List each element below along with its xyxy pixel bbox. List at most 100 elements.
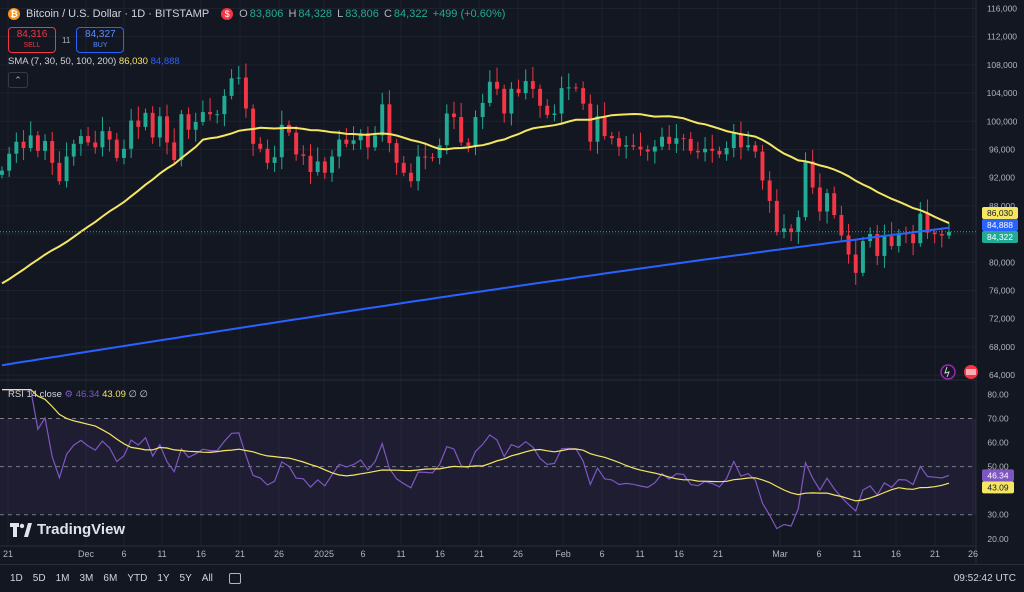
tradingview-icon [10,522,32,537]
candle-body [717,150,722,155]
time-tick-label: 21 [474,549,484,559]
candle-body [495,81,499,89]
buy-button[interactable]: 84,327 BUY [76,27,125,53]
range-5y[interactable]: 5Y [180,573,192,584]
candle-body [602,116,607,137]
candle-body [487,81,492,103]
range-ytd[interactable]: YTD [127,573,147,584]
candle-body [638,146,643,150]
rsi-settings-icon[interactable]: ⚙ [65,389,74,400]
rsi-tick-label: 80.00 [987,389,1009,399]
range-6m[interactable]: 6M [103,573,117,584]
candle-body [64,156,69,182]
candle-body [688,138,693,151]
range-all[interactable]: All [202,573,213,584]
candle-body [509,88,514,114]
price-tick-label: 76,000 [989,285,1015,295]
candle-body [860,241,865,273]
rsi-badge: 43.09 [987,482,1009,492]
change-value: +499 (+0.60%) [432,8,506,20]
price-chart[interactable]: 116,000 112,000 108,000 104,000 100,000 96,00… [0,0,1024,564]
candle-body [71,143,76,157]
buy-price: 84,327 [85,29,116,40]
price-badge: 86,030 [987,208,1013,218]
candle-body [7,153,12,171]
candle-body [136,120,141,127]
candle-body [43,141,48,151]
candle-body [222,95,227,115]
candle-body [0,170,4,175]
symbol-header: ₿ Bitcoin / U.S. Dollar · 1D · BITSTAMP … [8,8,507,20]
candle-body [380,104,385,136]
candle-body [480,102,485,118]
candle-body [143,112,148,127]
candle-body [767,180,772,201]
candle-body [330,156,334,173]
time-tick-label: 11 [635,549,644,559]
time-tick-label: 16 [674,549,684,559]
calendar-icon[interactable] [228,573,241,584]
time-tick-label: 6 [816,549,821,559]
candle-body [846,235,851,255]
time-tick-label: Feb [555,549,571,559]
candle-body [624,145,629,147]
tradingview-logo[interactable]: TradingView [10,521,125,538]
range-1d[interactable]: 1D [10,573,23,584]
time-tick-label: 21 [3,549,13,559]
range-3m[interactable]: 3M [80,573,94,584]
sma-blue-line [1,226,950,367]
candle-body [215,114,220,116]
range-1m[interactable]: 1M [56,573,70,584]
price-tick-label: 68,000 [989,342,1015,352]
candle-body [695,150,700,153]
range-1y[interactable]: 1Y [157,573,169,584]
range-5d[interactable]: 5D [33,573,46,584]
symbol-title[interactable]: Bitcoin / U.S. Dollar · 1D · BITSTAMP [26,8,209,20]
trade-buttons: 84,316 SELL 11 84,327 BUY [8,27,125,53]
candle-body [21,141,26,149]
candle-body [724,148,729,155]
candle-body [774,200,779,232]
candle-body [351,140,356,144]
candle-body [516,88,521,94]
candle-body [387,104,392,144]
candle-body [157,116,162,138]
candle-body [947,231,951,236]
time-tick-label: Dec [78,549,95,559]
candle-body [121,148,126,158]
time-tick-label: 26 [968,549,978,559]
candle-body [444,113,449,146]
candle-body [179,114,184,161]
candle-body [86,136,91,143]
collapse-legend-button[interactable]: ⌃ [8,72,28,88]
time-tick-label: 16 [891,549,901,559]
candle-body [437,145,442,158]
rsi-tick-label: 70.00 [987,413,1009,423]
time-tick-label: 21 [713,549,723,559]
rsi-legend[interactable]: RSI 14 close ⚙ 46.34 43.09 ∅ ∅ [8,389,148,400]
candle-body [193,121,198,130]
candle-body [731,133,736,149]
candle-body [186,114,191,130]
clock[interactable]: 09:52:42 UTC [954,573,1016,584]
candle-body [337,139,342,157]
market-status-icon[interactable]: $ [221,8,234,20]
time-tick-label: Mar [772,549,788,559]
candle-body [710,148,715,151]
candle-body [588,103,593,142]
tradingview-wordmark: TradingView [37,521,126,538]
candle-body [746,145,751,148]
sell-button[interactable]: 84,316 SELL [8,27,56,53]
candle-body [825,193,830,212]
rsi-badge: 46.34 [987,470,1009,480]
open-value: 83,806 [249,8,284,20]
candle-body [150,112,155,138]
sma-legend[interactable]: SMA (7, 30, 50, 100, 200) 86,030 84,888 [8,56,180,67]
candle-body [315,161,320,173]
candle-body [301,154,306,156]
rsi-tick-label: 20.00 [987,534,1009,544]
candle-body [796,217,801,232]
flag-stripe-icon [966,369,976,375]
rsi-tick-label: 60.00 [987,438,1009,448]
candle-body [236,77,241,79]
